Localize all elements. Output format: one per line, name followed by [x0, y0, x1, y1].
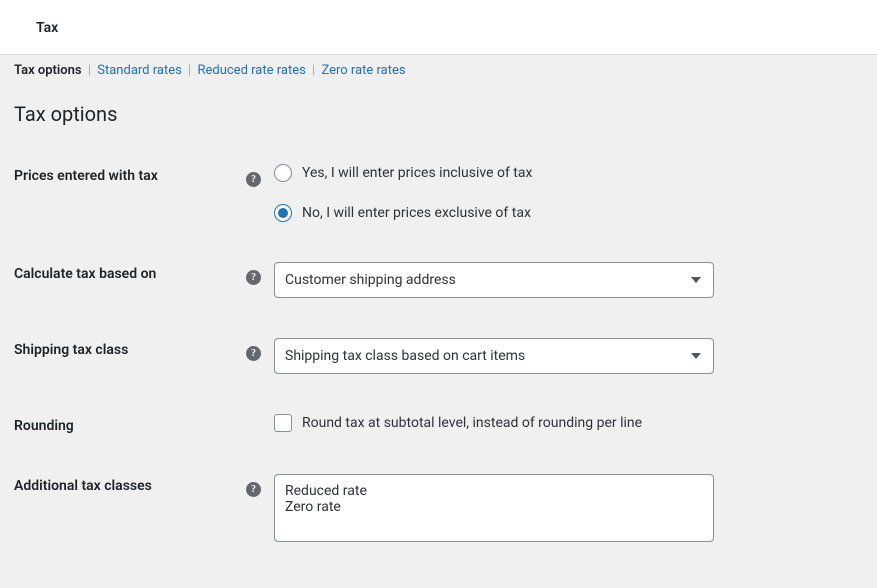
radio-circle-icon [274, 204, 292, 222]
row-shipping-tax-class: Shipping tax class ? Shipping tax class … [14, 338, 863, 374]
checkbox-box-icon [274, 414, 292, 432]
radio-option-exclusive[interactable]: No, I will enter prices exclusive of tax [274, 204, 714, 222]
row-calculate-tax-based-on: Calculate tax based on ? Customer shippi… [14, 262, 863, 298]
radio-label-inclusive: Yes, I will enter prices inclusive of ta… [302, 165, 532, 181]
select-calculate-tax-based-on[interactable]: Customer shipping address [274, 262, 714, 298]
help-icon[interactable]: ? [246, 346, 261, 361]
content-area: Tax options Prices entered with tax ? Ye… [0, 84, 877, 588]
select-value: Customer shipping address [285, 272, 456, 288]
subnav-zero-rate-rates[interactable]: Zero rate rates [321, 63, 405, 78]
label-additional-tax-classes: Additional tax classes [14, 474, 246, 494]
radio-circle-icon [274, 164, 292, 182]
select-shipping-tax-class[interactable]: Shipping tax class based on cart items [274, 338, 714, 374]
help-icon[interactable]: ? [246, 172, 261, 187]
label-rounding: Rounding [14, 414, 246, 434]
help-icon[interactable]: ? [246, 270, 261, 285]
control-additional-tax-classes: Reduced rate Zero rate [274, 474, 714, 542]
row-rounding: Rounding Round tax at subtotal level, in… [14, 414, 863, 434]
help-col: ? [246, 338, 274, 361]
row-prices-entered-with-tax: Prices entered with tax ? Yes, I will en… [14, 164, 863, 222]
help-col: ? [246, 164, 274, 187]
textarea-additional-tax-classes[interactable]: Reduced rate Zero rate [274, 474, 714, 542]
help-icon[interactable]: ? [246, 482, 261, 497]
checkbox-rounding[interactable]: Round tax at subtotal level, instead of … [274, 414, 714, 432]
control-calculate-tax-based-on: Customer shipping address [274, 262, 714, 298]
radio-label-exclusive: No, I will enter prices exclusive of tax [302, 205, 531, 221]
select-value: Shipping tax class based on cart items [285, 348, 525, 364]
subnav-separator: | [188, 63, 191, 78]
row-additional-tax-classes: Additional tax classes ? Reduced rate Ze… [14, 474, 863, 542]
subnav-separator: | [88, 63, 91, 78]
page-heading: Tax options [14, 102, 863, 126]
subnav-standard-rates[interactable]: Standard rates [97, 63, 182, 78]
checkbox-label-rounding: Round tax at subtotal level, instead of … [302, 415, 642, 431]
help-col [246, 414, 274, 420]
subnav-reduced-rate-rates[interactable]: Reduced rate rates [197, 63, 305, 78]
page-header: Tax [0, 0, 877, 55]
subnav-tax-options[interactable]: Tax options [14, 63, 82, 78]
label-calculate-tax-based-on: Calculate tax based on [14, 262, 246, 282]
header-title: Tax [36, 20, 58, 36]
control-prices-entered-with-tax: Yes, I will enter prices inclusive of ta… [274, 164, 714, 222]
radio-option-inclusive[interactable]: Yes, I will enter prices inclusive of ta… [274, 164, 714, 182]
subnav-separator: | [312, 63, 315, 78]
subnav: Tax options | Standard rates | Reduced r… [0, 55, 877, 84]
control-rounding: Round tax at subtotal level, instead of … [274, 414, 714, 432]
radio-group-prices-entered: Yes, I will enter prices inclusive of ta… [274, 164, 714, 222]
label-prices-entered-with-tax: Prices entered with tax [14, 164, 246, 184]
label-shipping-tax-class: Shipping tax class [14, 338, 246, 358]
help-col: ? [246, 474, 274, 497]
control-shipping-tax-class: Shipping tax class based on cart items [274, 338, 714, 374]
help-col: ? [246, 262, 274, 285]
